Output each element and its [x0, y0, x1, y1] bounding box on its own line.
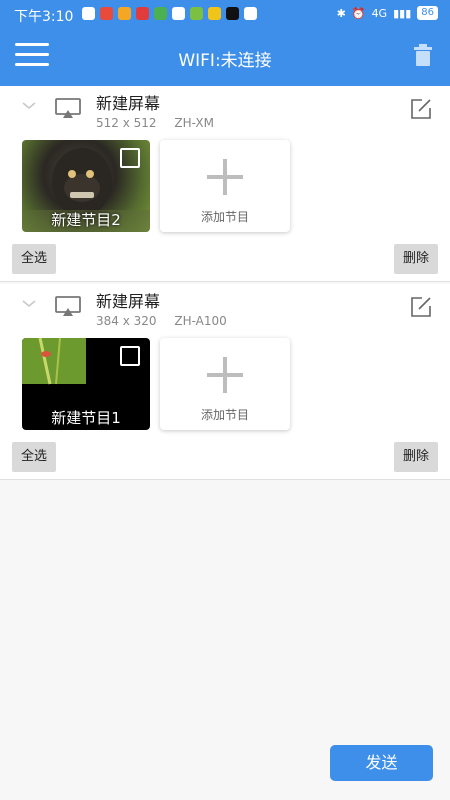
- screen-spec: 384 x 320 ZH-A100: [96, 314, 241, 328]
- status-right-icons: ✱ ⏰ 4G ▮▮▮ 86: [337, 6, 438, 20]
- app-bar: WIFI:未连接: [0, 28, 450, 86]
- screen-model: ZH-A100: [174, 314, 227, 328]
- battery-icon: 86: [417, 6, 438, 20]
- bluetooth-icon: ✱: [336, 6, 346, 20]
- app-notification-icon: [136, 7, 149, 20]
- display-icon: [55, 296, 81, 316]
- alarm-icon: ⏰: [351, 6, 366, 20]
- app-notification-icon: [208, 7, 221, 20]
- send-button[interactable]: 发送: [330, 745, 433, 781]
- wifi-status-title: WIFI:未连接: [178, 51, 272, 71]
- notification-icons: [82, 7, 257, 20]
- select-all-button[interactable]: 全选: [12, 442, 56, 472]
- program-label: 新建节目1: [51, 409, 121, 427]
- add-program-label: 添加节目: [200, 408, 249, 422]
- screen-name: 新建屏幕: [96, 292, 161, 311]
- screen-card: 新建屏幕 512 x 512 ZH-XM 新建节目2 添加节目 全选 删除: [0, 86, 450, 282]
- chevron-down-icon[interactable]: [20, 96, 38, 114]
- program-label: 新建节目2: [51, 211, 121, 229]
- screen-header: 新建屏幕 512 x 512 ZH-XM: [0, 86, 450, 136]
- program-checkbox[interactable]: [120, 148, 140, 168]
- program-thumbnail[interactable]: 新建节目1: [22, 338, 150, 430]
- add-program-label: 添加节目: [200, 210, 249, 224]
- screen-header: 新建屏幕 384 x 320 ZH-A100: [0, 284, 450, 334]
- trash-icon[interactable]: [414, 44, 432, 70]
- upload-notification-icon: [82, 7, 95, 20]
- screen-model: ZH-XM: [174, 116, 214, 130]
- signal-label: 4G: [371, 6, 388, 20]
- app-notification-icon: [154, 7, 167, 20]
- add-program-button[interactable]: 添加节目: [160, 338, 290, 430]
- program-thumbnail[interactable]: 新建节目2: [22, 140, 150, 232]
- screen-name: 新建屏幕: [96, 94, 161, 113]
- delete-button[interactable]: 删除: [394, 244, 438, 274]
- edit-icon[interactable]: [410, 296, 432, 318]
- app-notification-icon: [118, 7, 131, 20]
- display-icon: [55, 98, 81, 118]
- signal-icon: ▮▮▮: [393, 6, 412, 20]
- screen-card: 新建屏幕 384 x 320 ZH-A100 新建节目1 添加节目 全选 删除: [0, 284, 450, 480]
- screen-spec: 512 x 512 ZH-XM: [96, 116, 228, 130]
- app-notification-icon: [100, 7, 113, 20]
- delete-button[interactable]: 删除: [394, 442, 438, 472]
- app-notification-icon: [190, 7, 203, 20]
- screen-resolution: 384 x 320: [96, 314, 157, 328]
- screen-resolution: 512 x 512: [96, 116, 157, 130]
- edit-icon[interactable]: [410, 98, 432, 120]
- select-all-button[interactable]: 全选: [12, 244, 56, 274]
- status-bar: 下午3:10 ✱ ⏰ 4G ▮▮▮ 86: [0, 0, 450, 28]
- app-notification-icon: [172, 7, 185, 20]
- status-time: 下午3:10: [14, 9, 74, 25]
- plus-icon: [207, 159, 243, 195]
- plus-icon: [207, 357, 243, 393]
- chevron-down-icon[interactable]: [20, 294, 38, 312]
- tiktok-notification-icon: [226, 7, 239, 20]
- program-checkbox[interactable]: [120, 346, 140, 366]
- add-program-button[interactable]: 添加节目: [160, 140, 290, 232]
- trash-notification-icon: [244, 7, 257, 20]
